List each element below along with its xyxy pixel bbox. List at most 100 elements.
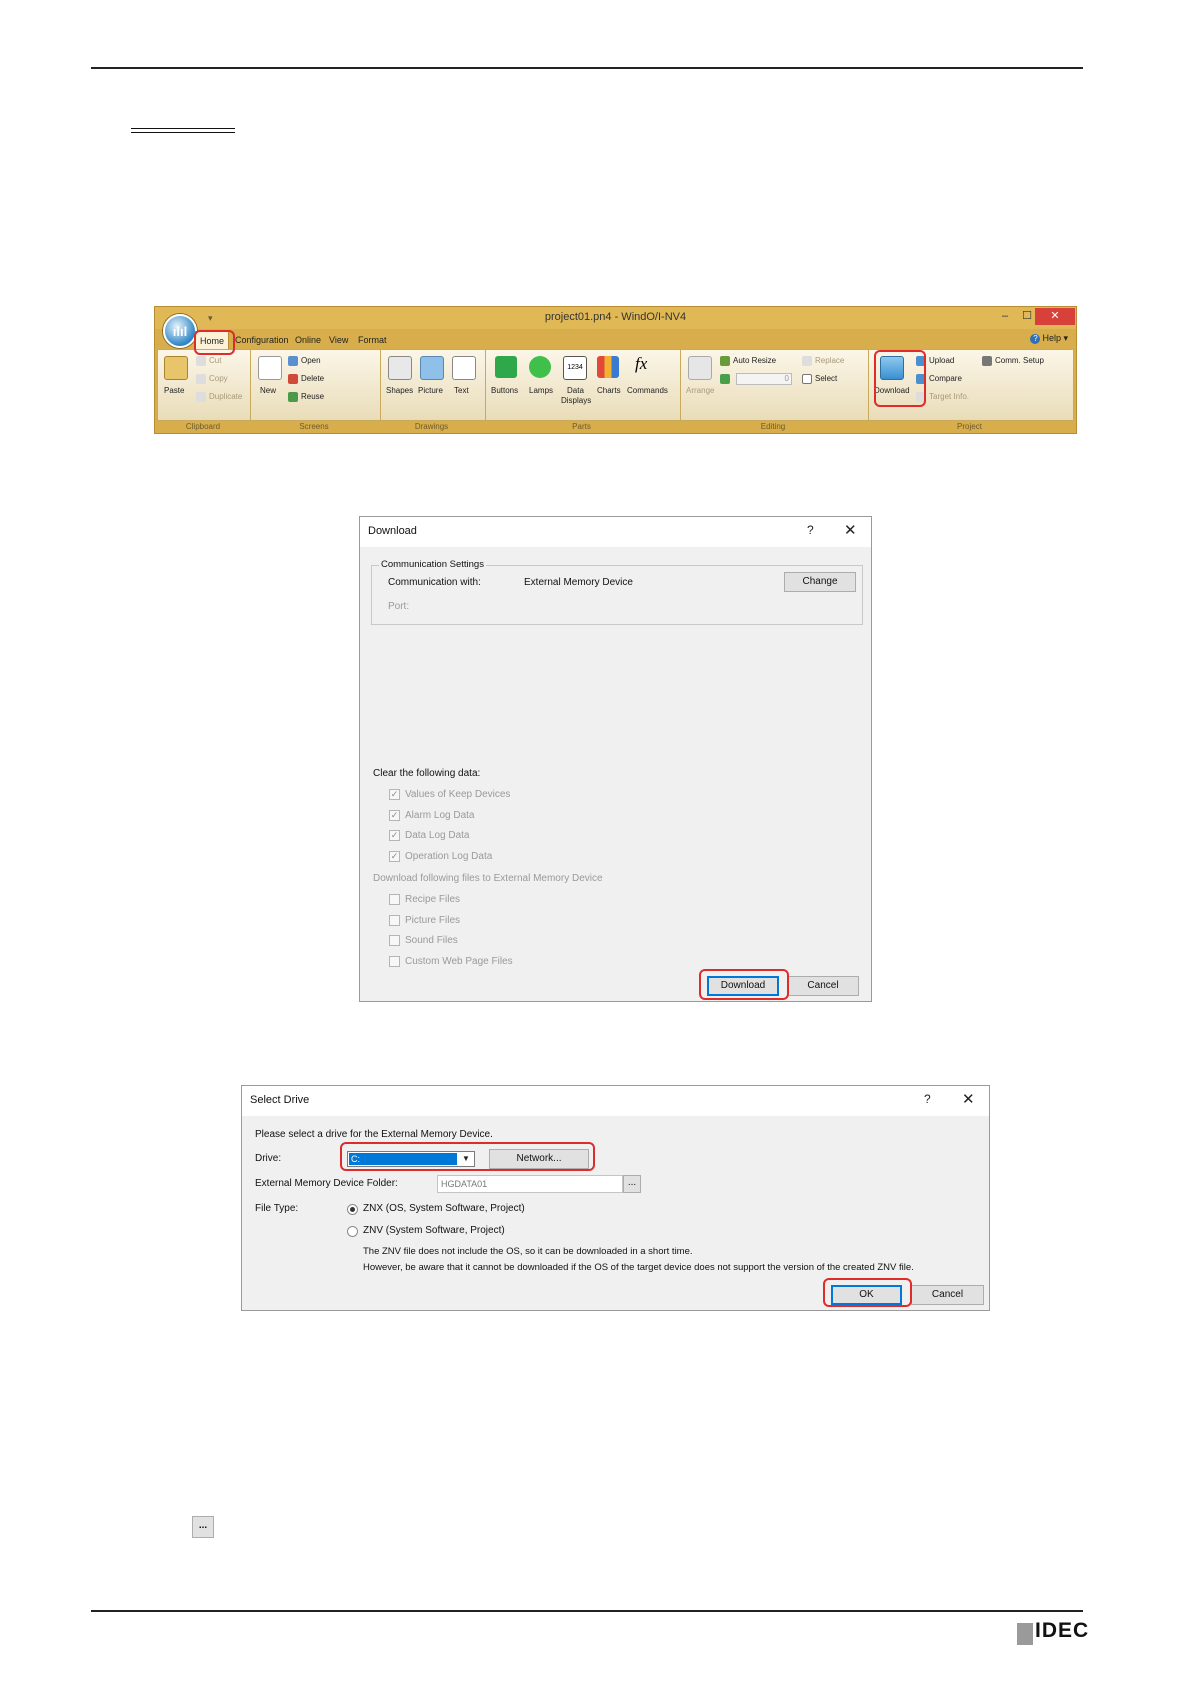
arrange-icon: [688, 356, 712, 380]
spin-icon: [720, 374, 730, 384]
app-orb-icon[interactable]: ılıl: [163, 314, 197, 348]
footer-rule: [91, 1610, 1083, 1612]
help-button[interactable]: ? Help ▾: [1030, 333, 1068, 344]
radio-znx[interactable]: [347, 1204, 358, 1215]
spin-input[interactable]: 0: [736, 373, 792, 385]
paste-button[interactable]: Paste: [164, 386, 184, 395]
comm-setup-button[interactable]: Comm. Setup: [995, 356, 1044, 365]
upload-button[interactable]: Upload: [929, 356, 954, 365]
download-dialog-titlebar: Download ? ✕: [360, 517, 871, 547]
checkbox-sound-files[interactable]: [389, 935, 400, 946]
group-label-parts: Parts: [572, 422, 591, 431]
close-button[interactable]: ✕: [1035, 308, 1075, 325]
data-displays-button-line2[interactable]: Displays: [561, 396, 591, 405]
auto-resize-button[interactable]: Auto Resize: [733, 356, 776, 365]
cancel-button[interactable]: Cancel: [911, 1285, 984, 1305]
delete-button[interactable]: Delete: [301, 374, 324, 383]
reuse-button[interactable]: Reuse: [301, 392, 324, 401]
port-label: Port:: [388, 601, 410, 612]
auto-resize-icon: [720, 356, 730, 366]
target-info-button[interactable]: Target Info.: [929, 392, 969, 401]
replace-icon: [802, 356, 812, 366]
data-displays-icon: 1234: [563, 356, 587, 380]
tab-online[interactable]: Online: [291, 331, 325, 349]
charts-icon: [597, 356, 619, 378]
checkbox-alarm-log[interactable]: ✓: [389, 810, 400, 821]
tab-configuration[interactable]: Configuration: [231, 331, 293, 349]
picture-files-label: Picture Files: [405, 915, 461, 926]
group-label-editing: Editing: [760, 422, 786, 431]
checkbox-data-log[interactable]: ✓: [389, 830, 400, 841]
duplicate-button[interactable]: Duplicate: [209, 392, 242, 401]
arrange-button[interactable]: Arrange: [686, 386, 714, 395]
charts-button[interactable]: Charts: [597, 386, 621, 395]
download-files-label: Download following files to External Mem…: [373, 873, 603, 884]
duplicate-icon: [196, 392, 206, 402]
buttons-button[interactable]: Buttons: [491, 386, 518, 395]
help-icon[interactable]: ?: [807, 523, 814, 537]
help-icon[interactable]: ?: [924, 1092, 931, 1106]
data-displays-button-line1[interactable]: Data: [567, 386, 584, 395]
recipe-files-label: Recipe Files: [405, 894, 461, 905]
close-icon[interactable]: ✕: [962, 1090, 975, 1108]
minimize-button[interactable]: –: [993, 308, 1017, 325]
compare-button[interactable]: Compare: [929, 374, 962, 383]
header-rule: [91, 67, 1083, 69]
copy-button[interactable]: Copy: [209, 374, 228, 383]
folder-label: External Memory Device Folder:: [255, 1178, 398, 1189]
change-button[interactable]: Change: [784, 572, 856, 592]
close-icon[interactable]: ✕: [844, 521, 857, 539]
operation-log-label: Operation Log Data: [405, 851, 493, 862]
reuse-icon: [288, 392, 298, 402]
select-button[interactable]: Select: [815, 374, 837, 383]
group-label-clipboard: Clipboard: [185, 422, 221, 431]
idec-logo: IDEC: [1035, 1619, 1090, 1642]
select-drive-titlebar: Select Drive ? ✕: [242, 1086, 989, 1116]
tab-format[interactable]: Format: [354, 331, 391, 349]
tab-view[interactable]: View: [325, 331, 352, 349]
folder-input[interactable]: HGDATA01: [437, 1175, 623, 1193]
ribbon-title-bar: project01.pn4 - WindO/I-NV4 – ☐ ✕: [155, 307, 1076, 329]
ribbon-body: Paste Cut Copy Duplicate New Open Delete…: [157, 349, 1074, 421]
sound-files-label: Sound Files: [405, 935, 458, 946]
idec-logo-mark: [1017, 1623, 1033, 1645]
new-button[interactable]: New: [260, 386, 276, 395]
highlight-download-button: [699, 969, 789, 1000]
file-type-label: File Type:: [255, 1203, 299, 1214]
open-button[interactable]: Open: [301, 356, 321, 365]
checkbox-operation-log[interactable]: ✓: [389, 851, 400, 862]
quick-access-chevron-icon[interactable]: ▾: [208, 313, 213, 324]
shapes-button[interactable]: Shapes: [386, 386, 413, 395]
text-button[interactable]: Text: [454, 386, 469, 395]
lamps-button[interactable]: Lamps: [529, 386, 553, 395]
ribbon-window: project01.pn4 - WindO/I-NV4 – ☐ ✕ ılıl ▾…: [154, 306, 1077, 434]
replace-button[interactable]: Replace: [815, 356, 844, 365]
group-label-drawings: Drawings: [414, 422, 449, 431]
folder-browse-button[interactable]: ...: [623, 1175, 641, 1193]
group-screens: New Open Delete Reuse: [250, 350, 381, 420]
open-icon: [288, 356, 298, 366]
cut-button[interactable]: Cut: [209, 356, 221, 365]
keep-devices-label: Values of Keep Devices: [405, 789, 511, 800]
picture-button[interactable]: Picture: [418, 386, 443, 395]
cancel-button[interactable]: Cancel: [787, 976, 859, 996]
radio-znv[interactable]: [347, 1226, 358, 1237]
buttons-icon: [495, 356, 517, 378]
heading-underline-bottom: [131, 132, 235, 133]
window-title: project01.pn4 - WindO/I-NV4: [544, 311, 687, 323]
cut-icon: [196, 356, 206, 366]
delete-icon: [288, 374, 298, 384]
znv-note-1: The ZNV file does not include the OS, so…: [363, 1246, 693, 1257]
group-parts: Buttons Lamps 1234 Data Displays Charts …: [485, 350, 681, 420]
group-drawings: Shapes Picture Text: [380, 350, 486, 420]
highlight-download-ribbon: [874, 350, 926, 407]
browse-button-glyph: ...: [192, 1516, 214, 1538]
checkbox-web-page-files[interactable]: [389, 956, 400, 967]
select-drive-prompt: Please select a drive for the External M…: [255, 1129, 493, 1140]
checkbox-recipe-files[interactable]: [389, 894, 400, 905]
comm-with-value: External Memory Device: [524, 577, 633, 588]
checkbox-keep-devices[interactable]: ✓: [389, 789, 400, 800]
commands-button[interactable]: Commands: [627, 386, 668, 395]
checkbox-picture-files[interactable]: [389, 915, 400, 926]
heading-underline-top: [131, 128, 235, 129]
